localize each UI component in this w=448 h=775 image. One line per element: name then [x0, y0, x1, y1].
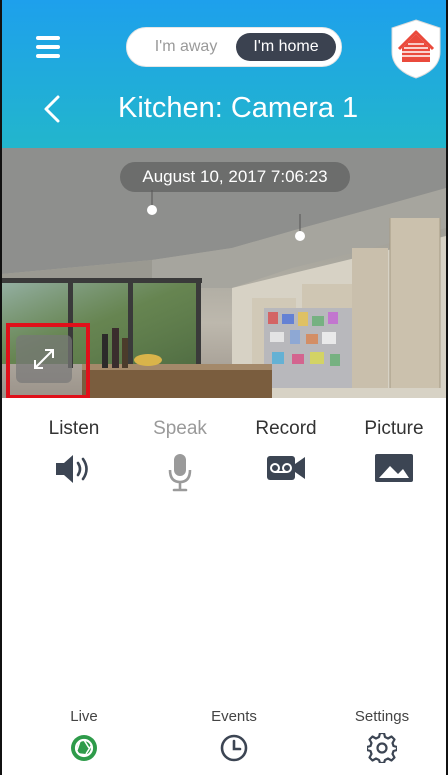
listen-button[interactable]: Listen — [24, 418, 124, 486]
record-label: Record — [255, 418, 317, 439]
tab-settings-label: Settings — [354, 708, 410, 725]
record-button[interactable]: Record — [236, 418, 336, 484]
expand-fullscreen-button[interactable] — [6, 323, 90, 398]
picture-button[interactable]: Picture — [344, 418, 444, 484]
picture-icon — [375, 454, 413, 482]
clock-icon — [220, 734, 248, 762]
live-icon — [71, 735, 97, 761]
bottom-tab-bar: Live Events Settings — [2, 708, 446, 774]
microphone-icon — [168, 454, 192, 492]
listen-label: Listen — [48, 418, 100, 439]
expand-arrows-icon — [34, 349, 54, 369]
mode-away-option[interactable]: I'm away — [137, 28, 235, 66]
gear-icon — [367, 733, 397, 763]
picture-label: Picture — [364, 418, 424, 439]
speaker-icon — [56, 455, 88, 483]
menu-icon[interactable] — [36, 36, 60, 58]
camera-controls: Listen Speak Record Picture — [2, 418, 446, 498]
shield-house-icon[interactable] — [388, 18, 444, 80]
video-timestamp: August 10, 2017 7:06:23 — [120, 162, 350, 192]
camera-live-view[interactable]: August 10, 2017 7:06:23 — [2, 148, 446, 398]
speak-button[interactable]: Speak — [130, 418, 230, 492]
record-icon — [267, 456, 305, 480]
mode-home-option[interactable]: I'm home — [236, 33, 336, 61]
tab-live[interactable]: Live — [34, 708, 134, 763]
app-header: I'm away I'm home Kitchen: Camera 1 — [2, 0, 446, 148]
tab-live-label: Live — [70, 708, 98, 725]
tab-events-label: Events — [211, 708, 257, 725]
speak-label: Speak — [153, 418, 207, 439]
back-chevron-icon[interactable] — [40, 94, 64, 124]
tab-settings[interactable]: Settings — [332, 708, 432, 763]
page-title: Kitchen: Camera 1 — [118, 92, 359, 124]
tab-events[interactable]: Events — [184, 708, 284, 763]
mode-toggle[interactable]: I'm away I'm home — [126, 27, 342, 67]
